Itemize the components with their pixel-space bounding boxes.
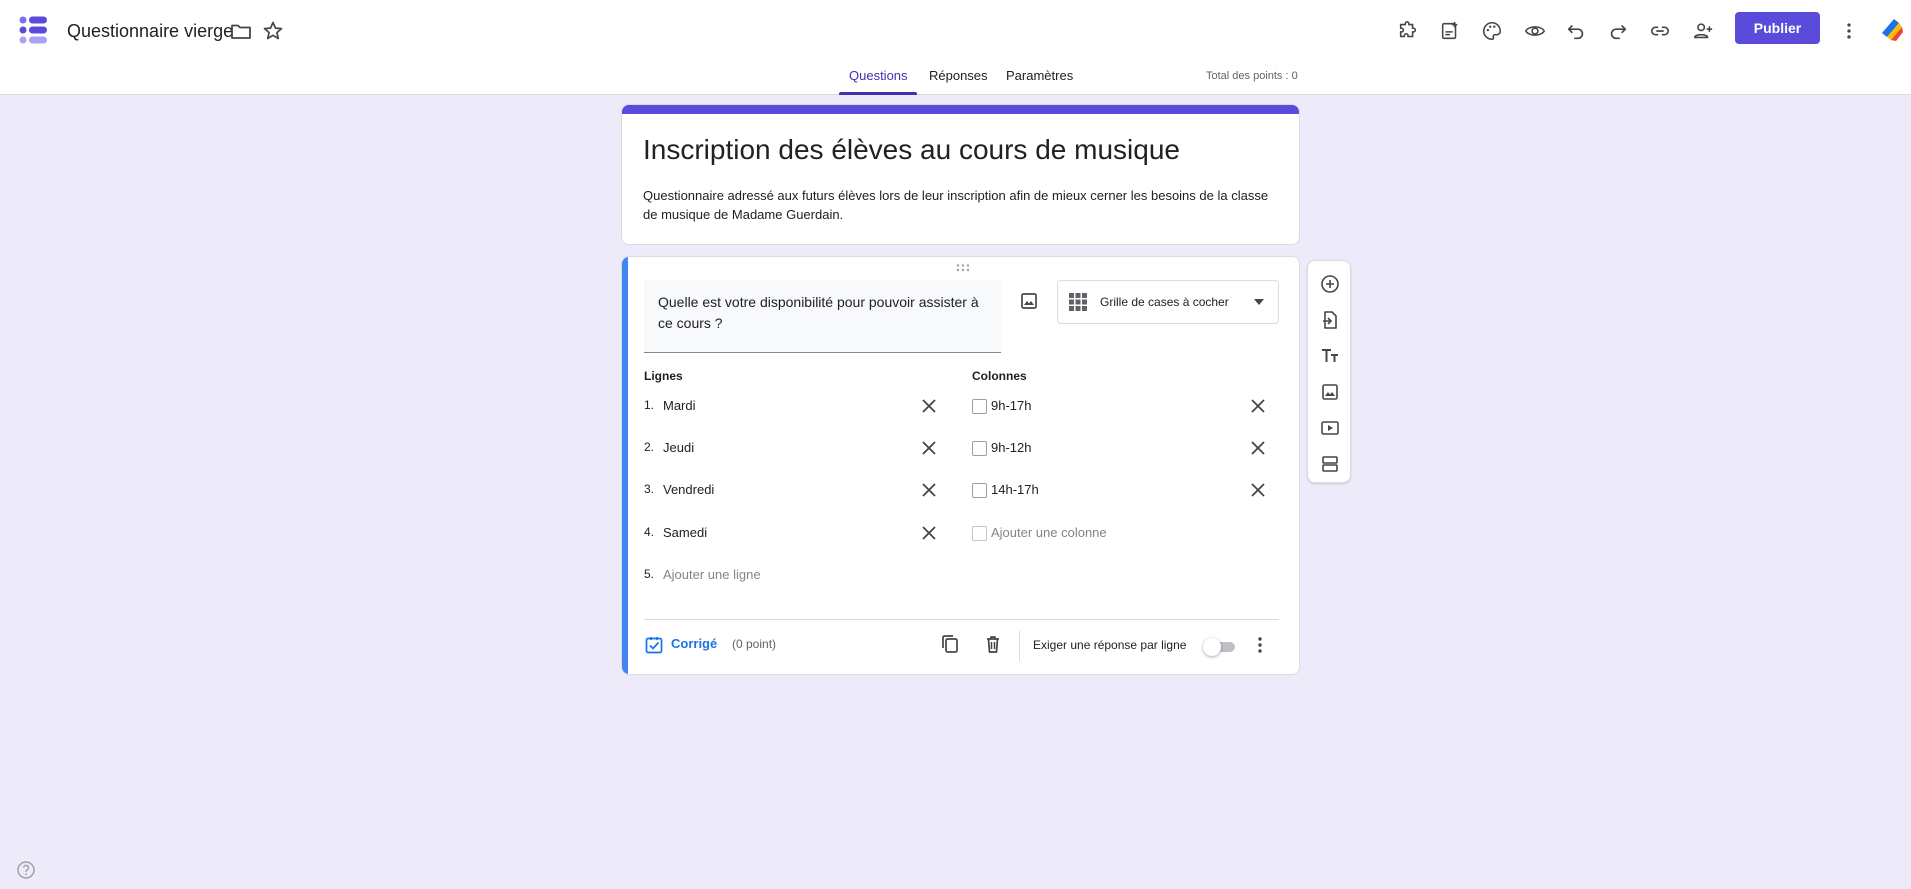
points-total: Total des points : 0 <box>1206 70 1298 82</box>
question-more-icon[interactable] <box>1250 635 1270 655</box>
row-number: 2. <box>644 440 655 454</box>
question-type-label: Grille de cases à cocher <box>1100 295 1229 309</box>
column-checkbox <box>972 483 987 498</box>
add-image-icon[interactable] <box>1017 289 1041 313</box>
add-image-button[interactable] <box>1318 380 1342 404</box>
video-icon <box>1321 421 1339 435</box>
form-title-card[interactable]: Inscription des élèves au cours de musiq… <box>621 104 1300 245</box>
toggle-knob <box>1203 638 1221 656</box>
question-card[interactable]: Quelle est votre disponibilité pour pouv… <box>621 256 1300 675</box>
addon-icon[interactable] <box>1390 13 1426 49</box>
tab-responses[interactable]: Réponses <box>929 68 988 83</box>
grid-row-1[interactable]: 1. Mardi <box>644 398 884 418</box>
grid-row-2[interactable]: 2. Jeudi <box>644 440 884 460</box>
drag-handle-icon[interactable] <box>955 263 971 273</box>
section-icon <box>1322 456 1338 472</box>
answer-key-link[interactable]: Corrigé <box>671 636 717 651</box>
row-number: 1. <box>644 398 655 412</box>
add-video-button[interactable] <box>1318 416 1342 440</box>
column-label[interactable]: 14h-17h <box>991 482 1039 497</box>
document-title[interactable]: Questionnaire vierge <box>67 19 233 43</box>
grid-row-4[interactable]: 4. Samedi <box>644 525 884 545</box>
add-row[interactable]: 5. Ajouter une ligne <box>644 567 884 587</box>
remove-column-icon[interactable] <box>1248 480 1268 500</box>
add-question-button[interactable] <box>1318 272 1342 296</box>
publish-button[interactable]: Publier <box>1735 12 1820 44</box>
tab-bar: Questions Réponses Paramètres Total des … <box>0 60 1911 95</box>
add-row-label[interactable]: Ajouter une ligne <box>663 567 761 582</box>
remove-row-icon[interactable] <box>919 523 939 543</box>
remove-column-icon[interactable] <box>1248 438 1268 458</box>
require-one-per-row-label: Exiger une réponse par ligne <box>1033 638 1187 652</box>
image-icon <box>1322 384 1338 400</box>
grid-column-2[interactable]: 9h-12h <box>972 440 1212 460</box>
form-description[interactable]: Questionnaire adressé aux futurs élèves … <box>643 186 1283 224</box>
points-label: (0 point) <box>732 637 777 651</box>
help-icon[interactable] <box>16 860 36 880</box>
delete-icon[interactable] <box>982 633 1004 655</box>
caret-down-icon <box>1254 299 1264 305</box>
link-icon[interactable] <box>1642 13 1678 49</box>
remove-row-icon[interactable] <box>919 396 939 416</box>
import-questions-button[interactable] <box>1318 308 1342 332</box>
tab-settings[interactable]: Paramètres <box>1006 68 1073 83</box>
app-switcher-logo-icon[interactable] <box>1878 15 1904 43</box>
duplicate-icon[interactable] <box>939 633 961 655</box>
palette-icon[interactable] <box>1474 13 1510 49</box>
app-header: Questionnaire vierge Publier Questions R… <box>0 0 1911 95</box>
undo-icon[interactable] <box>1558 13 1594 49</box>
title-card-accent-bar <box>622 105 1299 114</box>
add-title-button[interactable] <box>1318 344 1342 368</box>
grid-row-3[interactable]: 3. Vendredi <box>644 482 884 502</box>
question-footer-divider <box>644 619 1279 620</box>
redo-icon[interactable] <box>1600 13 1636 49</box>
row-number: 3. <box>644 482 655 496</box>
add-collaborator-icon[interactable] <box>1685 13 1721 49</box>
floating-toolbar <box>1307 260 1351 483</box>
folder-icon[interactable] <box>229 19 253 43</box>
add-column[interactable]: Ajouter une colonne <box>972 525 1212 545</box>
column-label[interactable]: 9h-12h <box>991 440 1031 455</box>
column-checkbox <box>972 526 987 541</box>
columns-header: Colonnes <box>972 369 1027 383</box>
grid-column-3[interactable]: 14h-17h <box>972 482 1212 502</box>
preview-icon[interactable] <box>1517 13 1553 49</box>
star-icon[interactable] <box>261 19 285 43</box>
forms-logo-icon[interactable] <box>18 14 50 46</box>
remove-column-icon[interactable] <box>1248 396 1268 416</box>
title-text-icon <box>1322 349 1338 362</box>
row-label[interactable]: Samedi <box>663 525 707 540</box>
question-type-select[interactable]: Grille de cases à cocher <box>1057 280 1279 324</box>
row-number: 5. <box>644 567 655 581</box>
row-label[interactable]: Mardi <box>663 398 696 413</box>
rows-header: Lignes <box>644 369 683 383</box>
import-icon <box>1323 311 1337 329</box>
row-label[interactable]: Vendredi <box>663 482 714 497</box>
checkbox-grid-icon <box>1069 293 1087 311</box>
column-label[interactable]: 9h-17h <box>991 398 1031 413</box>
add-column-label[interactable]: Ajouter une colonne <box>991 525 1107 540</box>
form-title[interactable]: Inscription des élèves au cours de musiq… <box>643 134 1180 166</box>
column-checkbox <box>972 399 987 414</box>
templates-icon[interactable] <box>1432 13 1468 49</box>
column-checkbox <box>972 441 987 456</box>
footer-vertical-divider <box>1019 631 1020 661</box>
add-circle-icon <box>1321 275 1339 293</box>
question-title-input[interactable]: Quelle est votre disponibilité pour pouv… <box>644 280 1001 353</box>
remove-row-icon[interactable] <box>919 480 939 500</box>
row-label[interactable]: Jeudi <box>663 440 694 455</box>
more-vert-icon[interactable] <box>1831 13 1867 49</box>
tab-active-indicator <box>839 92 917 95</box>
row-number: 4. <box>644 525 655 539</box>
grid-column-1[interactable]: 9h-17h <box>972 398 1212 418</box>
answer-key-icon[interactable] <box>644 635 664 655</box>
require-one-per-row-toggle[interactable] <box>1203 637 1237 656</box>
add-section-button[interactable] <box>1318 452 1342 476</box>
question-active-bar <box>622 257 628 674</box>
tab-questions[interactable]: Questions <box>849 68 908 83</box>
remove-row-icon[interactable] <box>919 438 939 458</box>
